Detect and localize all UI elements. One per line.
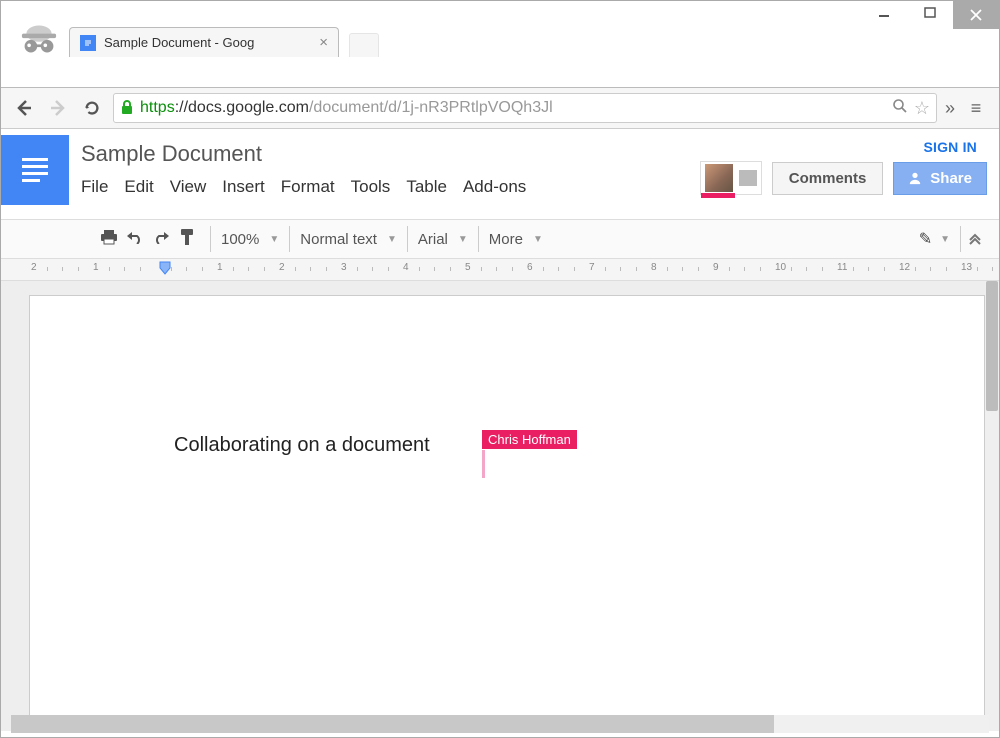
forward-button[interactable]: [45, 95, 71, 121]
browser-menu-button[interactable]: ≡: [963, 98, 989, 119]
ruler-tick: 11: [837, 262, 847, 273]
docs-logo-icon[interactable]: [1, 135, 69, 205]
print-icon[interactable]: [96, 229, 122, 250]
incognito-icon: [9, 13, 69, 57]
docs-header: Sample Document File Edit View Insert Fo…: [1, 129, 999, 219]
horizontal-ruler[interactable]: 21123456789101112131415: [1, 259, 999, 281]
ruler-tick: 7: [589, 262, 595, 273]
vertical-scrollbar[interactable]: [985, 281, 999, 731]
collapse-toolbar-button[interactable]: [961, 231, 989, 248]
ruler-tick: 3: [341, 262, 347, 273]
ruler-tick: 2: [31, 262, 37, 273]
menu-addons[interactable]: Add-ons: [463, 177, 526, 197]
chat-icon[interactable]: [739, 170, 757, 186]
docs-header-right: SIGN IN Comments Share: [700, 135, 987, 195]
collaborator-caret: [482, 450, 485, 478]
dropdown-icon: ▼: [387, 234, 397, 245]
lock-icon: [120, 99, 134, 118]
redo-icon[interactable]: [148, 229, 174, 249]
docs-favicon-icon: [80, 35, 96, 51]
collaborator-name-label: Chris Hoffman: [482, 430, 577, 449]
collaborator-cursor: Chris Hoffman: [482, 430, 577, 449]
share-label: Share: [930, 170, 972, 187]
editing-mode-button[interactable]: ✎ ▼: [909, 220, 960, 258]
search-icon[interactable]: [892, 98, 908, 119]
google-docs-app: Sample Document File Edit View Insert Fo…: [1, 129, 999, 731]
docs-menubar: File Edit View Insert Format Tools Table…: [81, 177, 700, 197]
back-button[interactable]: [11, 95, 37, 121]
zoom-dropdown[interactable]: 100% ▼: [211, 220, 289, 258]
ruler-tick: 2: [279, 262, 285, 273]
browser-window: Sample Document - Goog × https://docs.go…: [0, 0, 1000, 738]
menu-format[interactable]: Format: [281, 177, 335, 197]
bookmark-star-icon[interactable]: ☆: [914, 98, 930, 119]
ruler-tick: 1: [93, 262, 99, 273]
menu-table[interactable]: Table: [406, 177, 447, 197]
address-bar[interactable]: https://docs.google.com/document/d/1j-nR…: [113, 93, 937, 123]
browser-toolbar: https://docs.google.com/document/d/1j-nR…: [1, 87, 999, 129]
dropdown-icon: ▼: [458, 234, 468, 245]
menu-insert[interactable]: Insert: [222, 177, 265, 197]
font-dropdown[interactable]: Arial ▼: [408, 220, 478, 258]
extensions-overflow-button[interactable]: »: [945, 98, 955, 119]
undo-icon[interactable]: [122, 229, 148, 249]
tab-strip: Sample Document - Goog ×: [1, 13, 999, 57]
collaborator-presence[interactable]: [700, 161, 762, 195]
docs-title-area: Sample Document File Edit View Insert Fo…: [81, 135, 700, 197]
document-title[interactable]: Sample Document: [81, 141, 700, 167]
ruler-tick: 4: [403, 262, 409, 273]
menu-file[interactable]: File: [81, 177, 108, 197]
ruler-tick: 6: [527, 262, 533, 273]
collaborator-color-bar: [701, 193, 735, 198]
menu-edit[interactable]: Edit: [124, 177, 153, 197]
document-page[interactable]: Collaborating on a document Chris Hoffma…: [29, 295, 985, 731]
dropdown-icon: ▼: [269, 234, 279, 245]
ruler-tick: 8: [651, 262, 657, 273]
dropdown-icon: ▼: [533, 234, 543, 245]
font-value: Arial: [418, 231, 448, 248]
more-toolbar-dropdown[interactable]: More ▼: [479, 220, 553, 258]
ruler-tick: 5: [465, 262, 471, 273]
dropdown-icon: ▼: [940, 234, 950, 245]
browser-tab[interactable]: Sample Document - Goog ×: [69, 27, 339, 57]
ruler-tick: 1: [217, 262, 223, 273]
menu-view[interactable]: View: [170, 177, 207, 197]
person-share-icon: [908, 171, 922, 185]
tab-close-icon[interactable]: ×: [319, 34, 328, 51]
new-tab-button[interactable]: [349, 33, 379, 57]
document-body-text[interactable]: Collaborating on a document: [174, 434, 430, 457]
ruler-tick: 12: [899, 262, 910, 273]
paragraph-style-dropdown[interactable]: Normal text ▼: [290, 220, 407, 258]
style-value: Normal text: [300, 231, 377, 248]
bottom-scrollbar[interactable]: [11, 715, 989, 733]
zoom-value: 100%: [221, 231, 259, 248]
reload-button[interactable]: [79, 95, 105, 121]
more-label: More: [489, 231, 523, 248]
scrollbar-thumb[interactable]: [986, 281, 998, 411]
scrollbar-thumb[interactable]: [11, 715, 774, 733]
docs-toolbar: 100% ▼ Normal text ▼ Arial ▼ More ▼ ✎ ▼: [1, 219, 999, 259]
menu-tools[interactable]: Tools: [351, 177, 391, 197]
avatar-icon: [705, 164, 733, 192]
share-button[interactable]: Share: [893, 162, 987, 195]
url-text: https://docs.google.com/document/d/1j-nR…: [140, 99, 553, 117]
indent-marker-icon[interactable]: [159, 261, 171, 280]
sign-in-link[interactable]: SIGN IN: [923, 139, 987, 155]
tab-title: Sample Document - Goog: [104, 35, 311, 50]
ruler-tick: 13: [961, 262, 972, 273]
pencil-icon: ✎: [919, 229, 932, 249]
comments-button[interactable]: Comments: [772, 162, 884, 195]
ruler-tick: 9: [713, 262, 719, 273]
paint-format-icon[interactable]: [174, 228, 200, 251]
ruler-tick: 10: [775, 262, 786, 273]
document-canvas: Collaborating on a document Chris Hoffma…: [1, 281, 999, 731]
